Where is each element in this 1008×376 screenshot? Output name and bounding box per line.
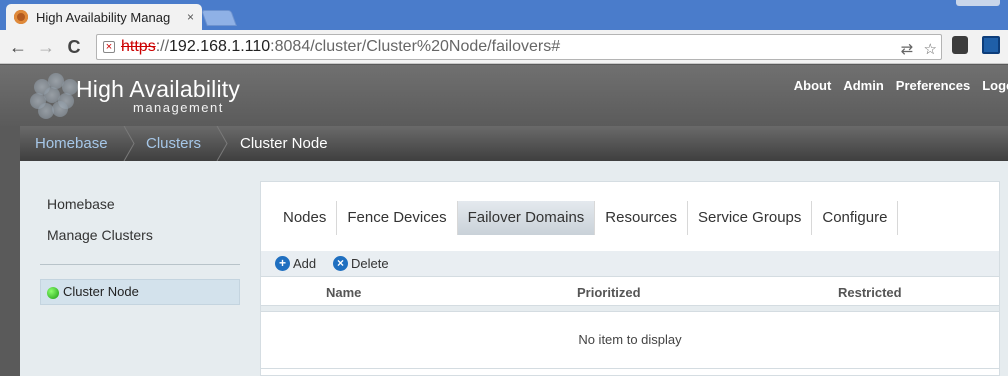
insecure-lock-icon[interactable]: × (103, 41, 115, 53)
status-ok-icon (47, 287, 59, 299)
add-button[interactable]: + Add (275, 256, 316, 271)
url-separator: :// (155, 38, 170, 55)
delete-button[interactable]: × Delete (333, 256, 389, 271)
sidebar-divider (40, 264, 240, 265)
column-header-prioritized[interactable]: Prioritized (577, 285, 641, 300)
top-nav: About Admin Preferences Logo (794, 78, 1008, 93)
url-host: 192.168.1.110 (169, 38, 271, 55)
forward-icon[interactable]: → (34, 35, 58, 59)
extension-icon[interactable] (952, 36, 968, 54)
breadcrumb-clusters[interactable]: Clusters (146, 135, 201, 152)
browser-toolbar: ← → C × https://192.168.1.110:8084/clust… (0, 30, 1008, 64)
breadcrumb-current: Cluster Node (240, 135, 328, 152)
tab-service-groups[interactable]: Service Groups (688, 201, 813, 235)
close-tab-icon[interactable]: × (187, 10, 194, 24)
translate-icon[interactable]: ⇄ (901, 41, 914, 58)
sidebar-item-cluster-node[interactable]: Cluster Node (40, 279, 240, 305)
breadcrumb-separator-icon (215, 126, 229, 161)
nav-preferences-link[interactable]: Preferences (896, 78, 970, 93)
browser-tab-title: High Availability Manag (36, 9, 171, 25)
table-header: Name Prioritized Restricted (261, 278, 999, 306)
bookmark-star-icon[interactable]: ☆ (924, 41, 937, 58)
brand-title: High Availability (76, 76, 241, 102)
sidebar: Homebase Manage Clusters Cluster Node (20, 161, 252, 376)
cluster-item-label: Cluster Node (63, 284, 139, 299)
sidebar-item-homebase[interactable]: Homebase (47, 196, 115, 212)
back-icon[interactable]: ← (6, 35, 30, 59)
delete-label: Delete (351, 256, 389, 271)
add-icon: + (275, 256, 290, 271)
browser-tab[interactable]: High Availability Manag × (6, 4, 202, 30)
tab-resources[interactable]: Resources (595, 201, 688, 235)
tab-configure[interactable]: Configure (812, 201, 899, 235)
window-controls[interactable] (956, 0, 1000, 6)
browser-tab-strip: High Availability Manag × (0, 0, 1008, 30)
tab-nodes[interactable]: Nodes (273, 201, 338, 235)
breadcrumb: Homebase Clusters Cluster Node (20, 126, 1008, 161)
tab-failover-domains[interactable]: Failover Domains (457, 201, 596, 235)
address-bar[interactable]: × https://192.168.1.110:8084/cluster/Clu… (96, 34, 942, 60)
sidebar-item-manage-clusters[interactable]: Manage Clusters (47, 227, 153, 243)
extension-icon[interactable] (982, 36, 1000, 54)
left-edge (0, 126, 20, 376)
delete-icon: × (333, 256, 348, 271)
url-path: :8084/cluster/Cluster%20Node/failovers# (270, 38, 561, 55)
breadcrumb-separator-icon (122, 126, 136, 161)
breadcrumb-homebase[interactable]: Homebase (35, 135, 108, 152)
nav-about-link[interactable]: About (794, 78, 832, 93)
new-tab-button[interactable] (201, 10, 237, 26)
nav-logout-link[interactable]: Logo (982, 78, 1008, 93)
content-panel: Nodes Fence Devices Failover Domains Res… (260, 181, 1000, 376)
tab-fence-devices[interactable]: Fence Devices (337, 201, 458, 235)
nav-admin-link[interactable]: Admin (843, 78, 883, 93)
brand-subtitle: management (133, 100, 224, 115)
app-favicon-icon (14, 10, 28, 24)
tab-bar: Nodes Fence Devices Failover Domains Res… (273, 201, 899, 235)
reload-icon[interactable]: C (62, 35, 86, 59)
empty-table-message: No item to display (261, 311, 999, 369)
column-header-restricted[interactable]: Restricted (838, 285, 902, 300)
add-label: Add (293, 256, 317, 271)
column-header-name[interactable]: Name (326, 285, 361, 300)
url-scheme: https (121, 38, 156, 55)
action-bar: + Add × Delete (261, 251, 999, 277)
app-header: High Availability management About Admin… (0, 65, 1008, 126)
